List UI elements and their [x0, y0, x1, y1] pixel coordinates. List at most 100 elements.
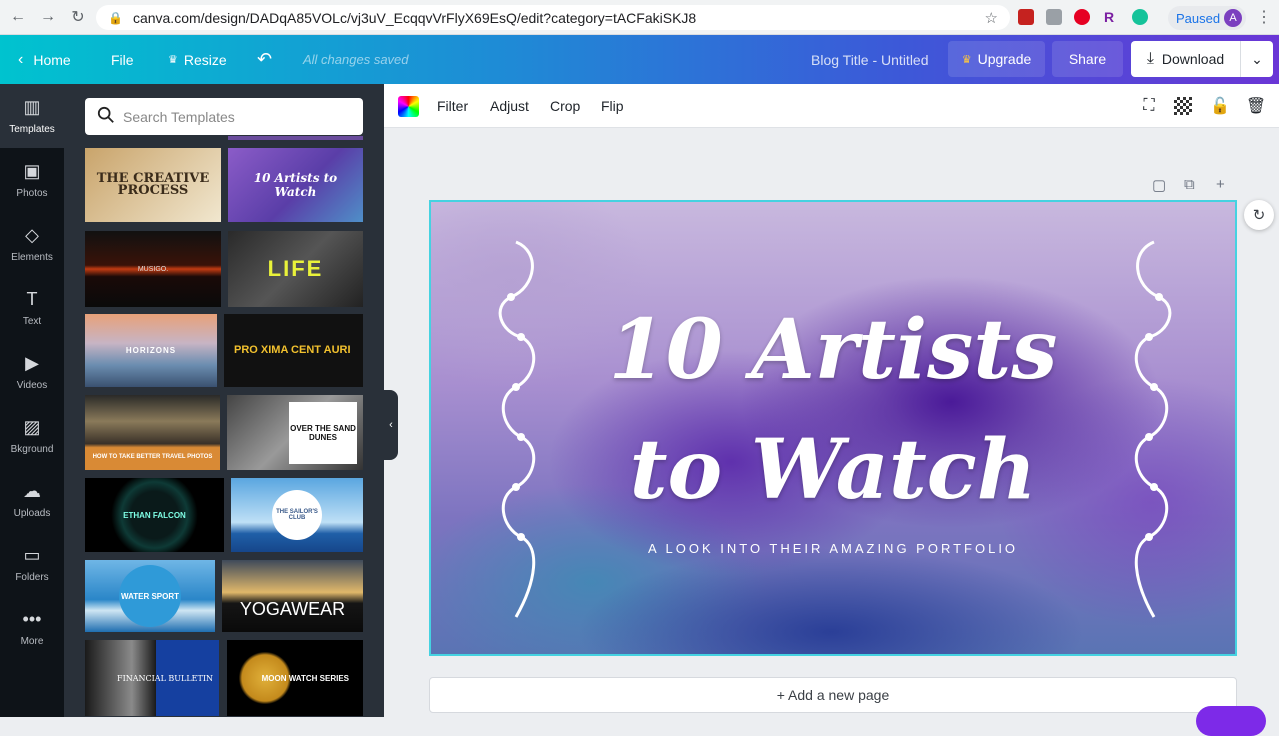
- sidebar-item-label: Elements: [11, 252, 53, 263]
- template-thumbnail[interactable]: THE SAILOR'S CLUB: [231, 478, 363, 552]
- crown-icon: ♛: [168, 54, 178, 66]
- search-input[interactable]: Search Templates: [85, 98, 363, 135]
- template-thumbnail-label: OVER THE SAND DUNES: [289, 401, 357, 464]
- file-menu[interactable]: File: [111, 35, 134, 84]
- template-thumbnail[interactable]: FINANCIAL BULLETIN: [85, 640, 219, 716]
- template-thumbnail[interactable]: MOON WATCH SERIES: [227, 640, 363, 716]
- sidebar-item-label: Photos: [16, 188, 48, 199]
- sidebar-item-folders[interactable]: ▭ Folders: [0, 532, 64, 596]
- filter-button[interactable]: Filter: [437, 98, 468, 114]
- share-button[interactable]: Share: [1052, 41, 1123, 77]
- template-thumbnail[interactable]: HORIZONS: [85, 314, 217, 387]
- back-icon[interactable]: ←: [6, 5, 30, 29]
- browser-menu-icon[interactable]: ⋮: [1256, 7, 1272, 27]
- bookmark-star-icon[interactable]: ☆: [985, 9, 998, 27]
- sidebar-item-label: Text: [22, 316, 42, 327]
- uploads-icon: ☁: [23, 481, 41, 501]
- upgrade-button[interactable]: ♛ Upgrade: [948, 41, 1045, 77]
- add-page-icon[interactable]: +: [1216, 176, 1225, 193]
- paint-roller-icon[interactable]: ⛶: [1139, 96, 1159, 116]
- videos-icon: ▶: [25, 353, 39, 373]
- canvas-title-line1[interactable]: 10 Artists: [431, 302, 1235, 398]
- sidebar-item-more[interactable]: ••• More: [0, 596, 64, 660]
- sidebar-item-text[interactable]: T Text: [0, 276, 64, 340]
- extension-icon[interactable]: [1046, 9, 1062, 25]
- sidebar-item-videos[interactable]: ▶ Videos: [0, 340, 64, 404]
- sidebar-item-label: Videos: [16, 380, 48, 391]
- sidebar-item-label: More: [20, 636, 44, 647]
- grammarly-extension-icon[interactable]: [1132, 9, 1148, 25]
- sidebar-item-label: Bkground: [10, 444, 54, 455]
- sidebar-item-label: Uploads: [13, 508, 51, 519]
- adjust-button[interactable]: Adjust: [490, 98, 529, 114]
- editor-header: ‹ Home File ♛ Resize ↶ All changes saved…: [0, 35, 1279, 84]
- profile-button[interactable]: Paused A: [1168, 6, 1246, 30]
- template-thumbnail[interactable]: ETHAN FALCON: [85, 478, 224, 552]
- duplicate-page-icon[interactable]: ⧉: [1184, 176, 1195, 193]
- resize-label: Resize: [183, 51, 227, 68]
- address-bar[interactable]: 🔒 canva.com/design/DADqA85VOLc/vj3uV_Ecq…: [96, 5, 1010, 30]
- sidebar-item-label: Folders: [15, 572, 49, 583]
- sidebar-item-elements[interactable]: ◇ Elements: [0, 212, 64, 276]
- template-thumbnail[interactable]: MUSIGO.: [85, 231, 221, 307]
- sidebar-item-label: Templates: [9, 124, 55, 135]
- chevron-left-icon: ‹: [18, 50, 24, 68]
- template-thumbnail[interactable]: LIFE: [228, 231, 363, 307]
- browser-toolbar: ← → ↻ 🔒 canva.com/design/DADqA85VOLc/vj3…: [0, 0, 1279, 35]
- extension-icon[interactable]: [1018, 9, 1034, 25]
- download-button[interactable]: ⤓ Download: [1131, 41, 1240, 77]
- template-thumbnail[interactable]: 10 Artists to Watch: [228, 148, 363, 222]
- color-picker-icon[interactable]: [398, 96, 419, 117]
- forward-icon[interactable]: →: [36, 5, 60, 29]
- flip-button[interactable]: Flip: [601, 98, 624, 114]
- crop-button[interactable]: Crop: [550, 98, 580, 114]
- page-notes-icon[interactable]: ▢: [1152, 176, 1166, 194]
- template-thumbnail[interactable]: WATER SPORT: [85, 560, 215, 632]
- sidebar-item-templates[interactable]: ▥ Templates: [0, 84, 64, 148]
- profile-status: Paused: [1176, 10, 1221, 26]
- download-options-chevron-icon[interactable]: ⌄: [1240, 41, 1273, 77]
- download-label: Download: [1161, 51, 1225, 67]
- folders-icon: ▭: [23, 545, 41, 565]
- pinterest-extension-icon[interactable]: [1074, 9, 1090, 25]
- lock-icon[interactable]: 🔓: [1210, 96, 1230, 116]
- template-thumbnail-partial[interactable]: [228, 136, 363, 140]
- home-label: Home: [33, 51, 71, 68]
- template-thumbnail[interactable]: THE CREATIVE PROCESS: [85, 148, 221, 222]
- undo-icon[interactable]: ↶: [257, 35, 272, 84]
- canvas-title-line2[interactable]: to Watch: [431, 422, 1235, 518]
- url-text: canva.com/design/DADqA85VOLc/vj3uV_Ecqqv…: [132, 9, 697, 26]
- sidebar: ▥ Templates ▣ Photos ◇ Elements T Text ▶…: [0, 84, 64, 717]
- canvas-subtitle[interactable]: A LOOK INTO THEIR AMAZING PORTFOLIO: [431, 541, 1235, 556]
- design-canvas[interactable]: 10 Artists to Watch A LOOK INTO THEIR AM…: [429, 200, 1237, 656]
- text-icon: T: [26, 289, 38, 309]
- search-icon: [97, 106, 114, 123]
- template-thumbnail[interactable]: HOW TO TAKE BETTER TRAVEL PHOTOS: [85, 395, 220, 470]
- search-placeholder: Search Templates: [123, 108, 235, 125]
- resize-button[interactable]: ♛ Resize: [168, 35, 227, 84]
- reload-icon[interactable]: ↻: [66, 5, 90, 29]
- template-thumbnail[interactable]: YOGAWEAR: [222, 560, 363, 632]
- template-thumbnail-label: THE SAILOR'S CLUB: [272, 490, 322, 540]
- refresh-icon[interactable]: ↻: [1244, 200, 1274, 230]
- extension-icon[interactable]: R: [1104, 9, 1120, 25]
- template-thumbnail[interactable]: OVER THE SAND DUNES: [227, 395, 363, 470]
- collapse-panel-chevron-icon[interactable]: ‹: [384, 390, 398, 460]
- photos-icon: ▣: [23, 161, 41, 181]
- elements-icon: ◇: [25, 225, 39, 245]
- trash-icon[interactable]: 🗑: [1246, 96, 1266, 116]
- template-thumbnail-label: WATER SPORT: [119, 565, 181, 627]
- sidebar-item-uploads[interactable]: ☁ Uploads: [0, 468, 64, 532]
- more-icon: •••: [22, 609, 42, 629]
- design-title[interactable]: Blog Title - Untitled: [811, 35, 929, 84]
- image-toolbar: Filter Adjust Crop Flip ⛶ 🔓 🗑: [384, 84, 1279, 128]
- transparency-icon[interactable]: [1174, 97, 1192, 115]
- home-button[interactable]: ‹ Home: [18, 35, 71, 84]
- sidebar-item-photos[interactable]: ▣ Photos: [0, 148, 64, 212]
- add-page-button[interactable]: + Add a new page: [429, 677, 1237, 713]
- help-button[interactable]: [1196, 706, 1266, 736]
- template-thumbnail[interactable]: PRO XIMA CENT AURI: [224, 314, 363, 387]
- lock-icon: 🔒: [108, 10, 123, 25]
- sidebar-item-background[interactable]: ▨ Bkground: [0, 404, 64, 468]
- templates-icon: ▥: [23, 97, 41, 117]
